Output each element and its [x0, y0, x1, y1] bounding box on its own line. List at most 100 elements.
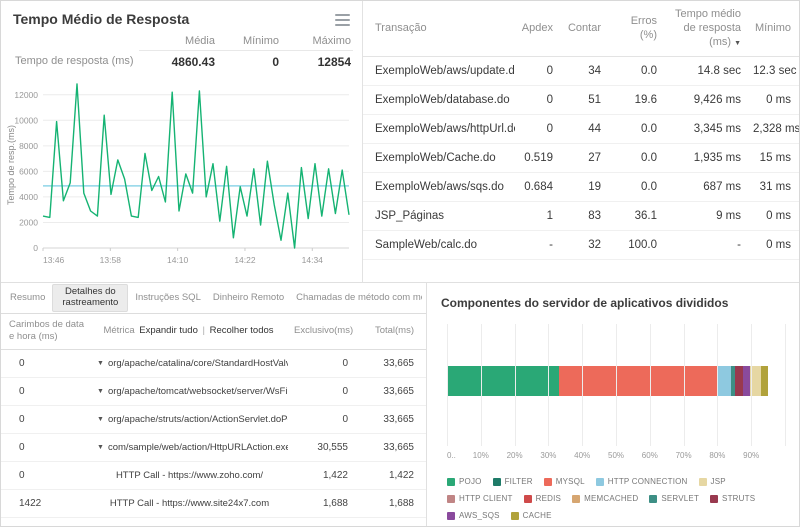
bar-segment-struts[interactable]: [734, 366, 743, 396]
column-header-apdex[interactable]: Apdex: [515, 1, 559, 58]
legend-swatch-icon: [649, 494, 658, 503]
legend-item-struts[interactable]: STRUTS: [710, 494, 755, 503]
transaction-name[interactable]: ExemploWeb/aws/httpUrl.do: [363, 114, 515, 145]
trace-metric-label[interactable]: HTTP Call - https://www.zoho.com/: [116, 470, 263, 481]
collapse-arrow-icon[interactable]: ▼: [97, 360, 104, 367]
transaction-name[interactable]: JSP_Páginas: [363, 201, 515, 232]
legend-item-http-connection[interactable]: HTTP CONNECTION: [595, 477, 688, 486]
expand-all-link[interactable]: Expandir tudo: [139, 325, 198, 336]
legend-item-redis[interactable]: REDIS: [523, 494, 561, 503]
trace-row[interactable]: 0 HTTP Call - https://www.zoho.com/1,422 1…: [1, 461, 426, 490]
column-header-exclusivo[interactable]: Exclusivo(ms): [288, 314, 354, 350]
trace-timestamp: 0: [1, 433, 91, 462]
collapse-arrow-icon[interactable]: ▼: [97, 444, 104, 451]
bar-segment-aws-sqs[interactable]: [742, 366, 751, 396]
avg-response-value: 1,935 ms: [663, 143, 747, 174]
link-separator: |: [202, 325, 205, 337]
svg-text:12000: 12000: [14, 90, 38, 100]
trace-row[interactable]: 0 ▼ org/apache/struts/action/ActionServlet…: [1, 405, 426, 434]
apdex-value: -: [515, 230, 559, 261]
legend-item-http-client[interactable]: HTTP CLIENT: [447, 494, 513, 503]
bar-segment-http-connection[interactable]: [717, 366, 731, 396]
errors-value: 36.1: [607, 201, 663, 232]
transaction-name[interactable]: ExemploWeb/aws/update.do: [363, 56, 515, 87]
legend-item-jsp[interactable]: JSP: [698, 477, 726, 486]
legend-swatch-icon: [492, 477, 501, 486]
trace-metric-label[interactable]: org/apache/struts/action/ActionServlet.d…: [108, 414, 288, 425]
legend-item-memcached[interactable]: MEMCACHED: [572, 494, 638, 503]
trace-exclusive-value: 1,422: [288, 461, 354, 490]
transaction-row[interactable]: ExemploWeb/aws/sqs.do 0.684 19 0.0 687 ms 31 …: [363, 172, 799, 203]
min-response-value: 0 ms: [747, 201, 799, 232]
avg-response-value: -: [663, 230, 747, 261]
legend-item-pojo[interactable]: POJO: [447, 477, 482, 486]
trace-row[interactable]: 0 ▼ org/apache/tomcat/websocket/server/WsF…: [1, 377, 426, 406]
legend-label: POJO: [459, 477, 482, 486]
legend-label: MEMCACHED: [584, 494, 639, 503]
legend-label: JSP: [710, 477, 726, 486]
tab-chamadas-de-metodo[interactable]: Chamadas de método com menos de 10 ms...: [291, 291, 422, 306]
collapse-all-link[interactable]: Recolher todos: [210, 325, 274, 336]
legend-item-filter[interactable]: FILTER: [492, 477, 533, 486]
legend-swatch-icon: [447, 477, 455, 486]
legend-item-servlet[interactable]: SERVLET: [649, 494, 699, 503]
column-header-tempo-medio[interactable]: Tempo médio de resposta (ms) ▼: [663, 1, 747, 58]
tab-dinheiro-remoto[interactable]: Dinheiro Remoto: [208, 291, 289, 306]
apdex-value: 0.684: [515, 172, 559, 203]
collapse-arrow-icon[interactable]: ▼: [97, 388, 104, 395]
transaction-row[interactable]: ExemploWeb/Cache.do 0.519 27 0.0 1,935 ms 15 …: [363, 143, 799, 174]
count-value: 32: [559, 230, 607, 261]
column-header-transacao[interactable]: Transação: [363, 1, 515, 58]
gridline: [751, 324, 753, 446]
count-value: 83: [559, 201, 607, 232]
tab-detalhes-do-rastreamento[interactable]: Detalhes do rastreamento: [52, 284, 129, 312]
axis-tick-label: 80%: [709, 451, 726, 460]
trace-metric-label[interactable]: HTTP Call - https://www.site24x7.com: [110, 498, 269, 509]
trace-metric-label[interactable]: com/sample/web/action/HttpURLAction.exec…: [108, 442, 288, 453]
transaction-row[interactable]: ExemploWeb/aws/update.do 0 34 0.0 14.8 sec 12…: [363, 56, 799, 87]
trace-metric-label[interactable]: org/apache/catalina/core/StandardHostVal…: [108, 358, 288, 369]
transaction-row[interactable]: ExemploWeb/aws/httpUrl.do 0 44 0.0 3,345 ms 2…: [363, 114, 799, 145]
column-header-erros[interactable]: Erros (%): [607, 1, 663, 58]
column-header-total[interactable]: Total(ms): [354, 314, 426, 350]
transaction-row[interactable]: JSP_Páginas 1 83 36.1 9 ms 0 ms: [363, 201, 799, 232]
axis-tick-label: 70%: [675, 451, 692, 460]
legend-item-aws-sqs[interactable]: AWS_SQS: [447, 511, 500, 520]
trace-row[interactable]: 0 ▼ com/sample/web/action/HttpURLAction.ex…: [1, 433, 426, 462]
legend-item-mysql[interactable]: MYSQL: [543, 477, 585, 486]
trace-row[interactable]: 1422 HTTP Call - https://www.site24x7.com…: [1, 489, 426, 518]
transaction-row[interactable]: SampleWeb/calc.do -32 100.0-0 ms: [363, 230, 799, 261]
transaction-name[interactable]: ExemploWeb/database.do: [363, 85, 515, 116]
trace-metric-label[interactable]: org/apache/tomcat/websocket/server/WsFil…: [108, 386, 288, 397]
count-value: 19: [559, 172, 607, 203]
column-header-minimo[interactable]: Mínimo: [747, 1, 799, 58]
transaction-name[interactable]: ExemploWeb/aws/sqs.do: [363, 172, 515, 203]
min-response-value: 15 ms: [747, 143, 799, 174]
collapse-arrow-icon[interactable]: ▼: [97, 416, 104, 423]
tab-resumo[interactable]: Resumo: [5, 291, 50, 306]
tab-instrucoes-sql[interactable]: Instruções SQL: [130, 291, 205, 306]
column-header-contar[interactable]: Contar: [559, 1, 607, 58]
trace-total-value: 1,422: [354, 461, 426, 490]
trace-row[interactable]: 0 ▼ org/apache/catalina/core/StandardHostV…: [1, 349, 426, 378]
svg-text:Tempo de resp.(ms): Tempo de resp.(ms): [6, 125, 16, 205]
axis-tick-label: 0..: [447, 451, 456, 460]
svg-text:13:58: 13:58: [100, 255, 122, 265]
min-response-value: 12.3 sec: [747, 56, 799, 87]
legend-label: HTTP CLIENT: [459, 494, 513, 503]
transaction-row[interactable]: ExemploWeb/database.do 0 51 19.6 9,426 ms 0 m…: [363, 85, 799, 116]
components-panel: Componentes do servidor de aplicativos d…: [426, 283, 799, 526]
trace-metric-cell: HTTP Call - https://www.zoho.com/: [91, 461, 288, 490]
legend-label: STRUTS: [722, 494, 756, 503]
legend-item-cache[interactable]: CACHE: [510, 511, 552, 520]
trace-metric-cell: ▼ org/apache/struts/action/ActionServlet.…: [91, 405, 288, 434]
transaction-name[interactable]: SampleWeb/calc.do: [363, 230, 515, 261]
transaction-name[interactable]: ExemploWeb/Cache.do: [363, 143, 515, 174]
response-time-chart: 0 2000 4000 6000 8000 10000 12000 13:46 13:58 14:…: [1, 74, 362, 270]
bar-segment-cache[interactable]: [760, 366, 769, 396]
svg-text:14:22: 14:22: [234, 255, 256, 265]
hamburger-menu-icon[interactable]: [335, 11, 350, 29]
axis-tick-label: 10%: [472, 451, 489, 460]
bar-segment-pojo[interactable]: [447, 366, 559, 396]
trace-exclusive-value: 1,688: [288, 489, 354, 518]
